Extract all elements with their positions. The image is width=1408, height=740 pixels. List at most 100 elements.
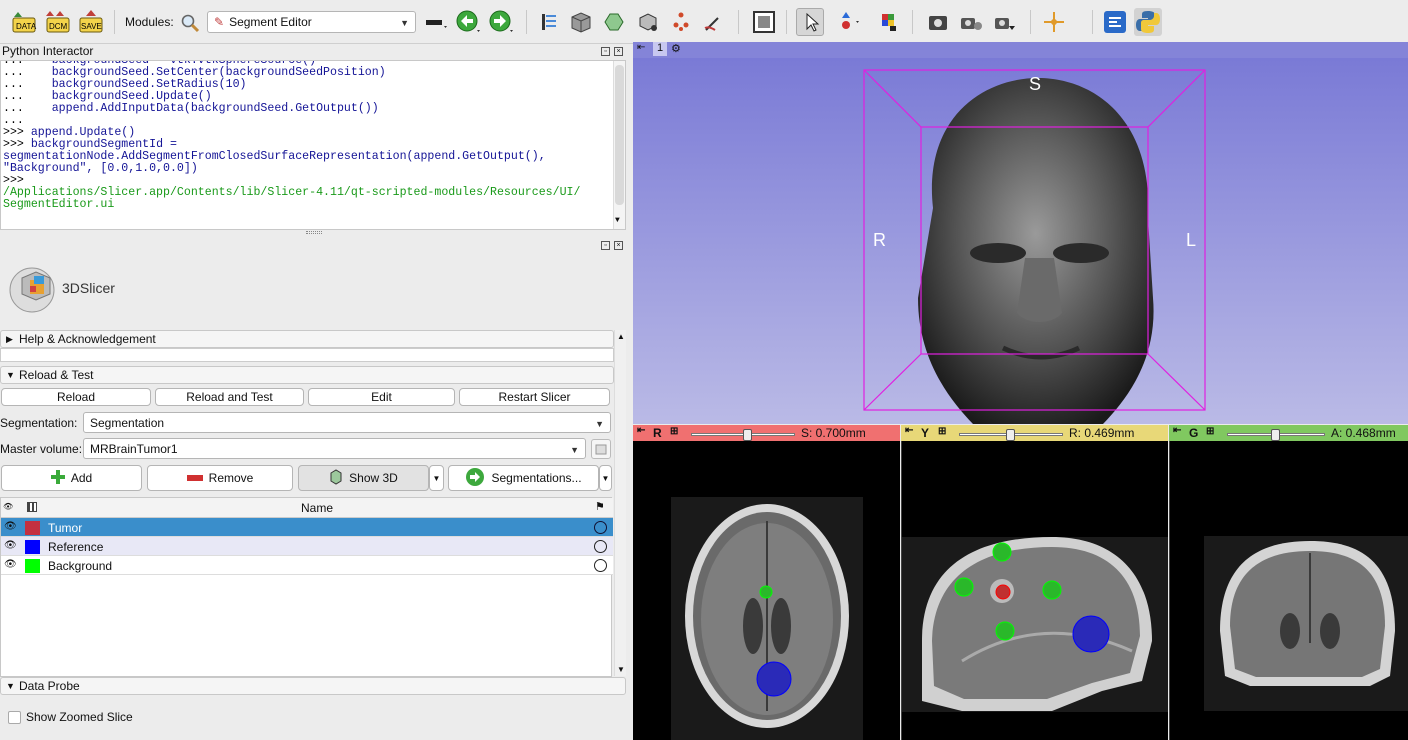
model-icon[interactable] — [600, 8, 628, 36]
yellow-slice-view[interactable] — [901, 441, 1168, 740]
reload-section-header[interactable]: ▼ Reload & Test — [0, 366, 614, 384]
status-icon[interactable] — [594, 521, 607, 534]
select-pointer-icon[interactable] — [796, 8, 824, 36]
data-icon[interactable]: DATA — [10, 8, 38, 36]
green-slice-slider[interactable] — [1227, 429, 1325, 441]
segment-color-swatch[interactable] — [25, 521, 40, 535]
status-icon[interactable] — [594, 540, 607, 553]
slicer-window: DATA DCM SAVE Modules: ✎ Segment Editor … — [0, 0, 1408, 740]
help-section-header[interactable]: ▶ Help & Acknowledgement — [0, 330, 614, 348]
scene-views-icon[interactable] — [957, 8, 985, 36]
visibility-header-icon[interactable]: 👁 — [3, 502, 13, 511]
status-flag-icon[interactable]: ⚑ — [595, 500, 605, 513]
red-slice-slider[interactable] — [691, 429, 795, 441]
layout-icon[interactable] — [750, 8, 778, 36]
close-icon[interactable]: × — [614, 47, 623, 56]
remove-segment-button[interactable]: Remove — [147, 465, 293, 491]
eye-icon[interactable]: 👁 — [4, 521, 17, 532]
back-arrow-icon[interactable] — [454, 8, 482, 36]
name-column-header[interactable]: Name — [301, 501, 333, 515]
show-3d-button[interactable]: Show 3D — [298, 465, 429, 491]
forward-arrow-icon[interactable] — [487, 8, 515, 36]
restart-slicer-button[interactable]: Restart Slicer — [459, 388, 610, 406]
segment-name[interactable]: Background — [48, 559, 112, 573]
show-zoomed-slice-checkbox[interactable] — [8, 711, 21, 724]
segment-color-swatch[interactable] — [25, 559, 40, 573]
orientation-label-left: L — [1186, 230, 1197, 250]
red-slice-view[interactable] — [633, 441, 900, 740]
splitter-handle[interactable] — [306, 231, 322, 234]
segment-color-swatch[interactable] — [25, 540, 40, 554]
segment-row[interactable]: 👁 Background — [1, 556, 613, 575]
markups-icon[interactable] — [634, 8, 662, 36]
show-3d-dropdown-icon[interactable]: ▼ — [429, 465, 444, 491]
link-icon[interactable]: ⊞ — [938, 426, 946, 437]
pin-icon[interactable]: ⇤ — [637, 425, 645, 436]
edit-button[interactable]: Edit — [308, 388, 455, 406]
segment-row[interactable]: 👁 Tumor — [1, 518, 613, 537]
pin-icon[interactable]: ⇤ — [905, 425, 913, 436]
svg-text:DCM: DCM — [49, 22, 68, 31]
segmentation-label: Segmentation: — [0, 416, 78, 430]
eye-icon[interactable]: 👁 — [4, 540, 17, 551]
segment-editor-icon[interactable] — [700, 8, 728, 36]
pin-icon[interactable]: ⇤ — [637, 42, 645, 53]
python-console[interactable]: ... backgroundSeed = vtk.vtkSphereSource… — [0, 60, 626, 230]
extension-manager-icon[interactable] — [1101, 8, 1129, 36]
volume-icon[interactable] — [567, 8, 595, 36]
python-console-lines: ... backgroundSeed = vtk.vtkSphereSource… — [3, 61, 580, 211]
segmentations-dropdown-icon[interactable]: ▼ — [599, 465, 612, 491]
undock-icon[interactable]: ▫ — [601, 241, 610, 250]
link-icon[interactable]: ⊞ — [670, 426, 678, 437]
pin-icon[interactable]: ⇤ — [1173, 425, 1181, 436]
data-probe-section-header[interactable]: ▼ Data Probe — [0, 677, 626, 695]
crosshair-icon[interactable] — [1040, 8, 1068, 36]
link-icon[interactable]: ⊞ — [1206, 426, 1214, 437]
view3d-controller-bar[interactable]: ⇤ 1 ⚙ — [633, 42, 1408, 58]
slider-knob[interactable] — [1271, 429, 1280, 441]
green-slice-view[interactable] — [1169, 441, 1408, 740]
dcm-icon[interactable]: DCM — [44, 8, 72, 36]
reload-section-label: Reload & Test — [19, 368, 94, 382]
colors-icon[interactable] — [876, 8, 904, 36]
segment-name[interactable]: Reference — [48, 540, 103, 554]
module-panel-scrollbar[interactable]: ▲ ▼ — [614, 330, 626, 676]
segmentation-value: Segmentation — [90, 415, 165, 430]
chevron-down-icon: ▼ — [595, 419, 604, 429]
view-options-icon[interactable]: ⚙ — [671, 42, 681, 55]
orientation-label-right: R — [873, 230, 886, 250]
module-selector[interactable]: ✎ Segment Editor ▼ — [207, 11, 416, 33]
segmentation-selector[interactable]: Segmentation ▼ — [83, 412, 611, 433]
segment-name[interactable]: Tumor — [48, 521, 82, 535]
reload-button[interactable]: Reload — [1, 388, 151, 406]
yellow-slice-slider[interactable] — [959, 429, 1063, 441]
reload-and-test-button[interactable]: Reload and Test — [155, 388, 304, 406]
module-search-icon[interactable] — [180, 13, 200, 33]
segment-row[interactable]: 👁 Reference — [1, 537, 613, 556]
red-slice-letter: R — [653, 426, 662, 440]
master-volume-selector[interactable]: MRBrainTumor1 ▼ — [83, 438, 586, 459]
color-header-icon[interactable] — [27, 502, 37, 512]
eye-icon[interactable]: 👁 — [4, 559, 17, 570]
python-interactor-title: Python Interactor — [2, 44, 94, 58]
slider-knob[interactable] — [1006, 429, 1015, 441]
segment-editor-module-icon: ✎ — [214, 15, 225, 29]
close-icon[interactable]: × — [614, 241, 623, 250]
screenshot-icon[interactable] — [924, 8, 952, 36]
save-icon[interactable]: SAVE — [77, 8, 105, 36]
transform-icon[interactable] — [667, 8, 695, 36]
axial-mri-image — [671, 497, 863, 740]
module-history-icon[interactable] — [422, 8, 450, 36]
undock-icon[interactable]: ▫ — [601, 47, 610, 56]
record-icon[interactable] — [991, 8, 1019, 36]
view3d-canvas[interactable]: S R L — [633, 58, 1408, 424]
python-icon[interactable] — [1134, 8, 1162, 36]
master-volume-options-icon[interactable] — [591, 439, 611, 459]
add-segment-button[interactable]: Add — [1, 465, 142, 491]
status-icon[interactable] — [594, 559, 607, 572]
segmentations-button[interactable]: Segmentations... — [448, 465, 599, 491]
extensions-icon[interactable] — [536, 8, 564, 36]
slider-knob[interactable] — [743, 429, 753, 441]
place-fiducial-icon[interactable] — [832, 8, 860, 36]
python-console-scrollbar[interactable]: ▼ — [613, 61, 625, 229]
